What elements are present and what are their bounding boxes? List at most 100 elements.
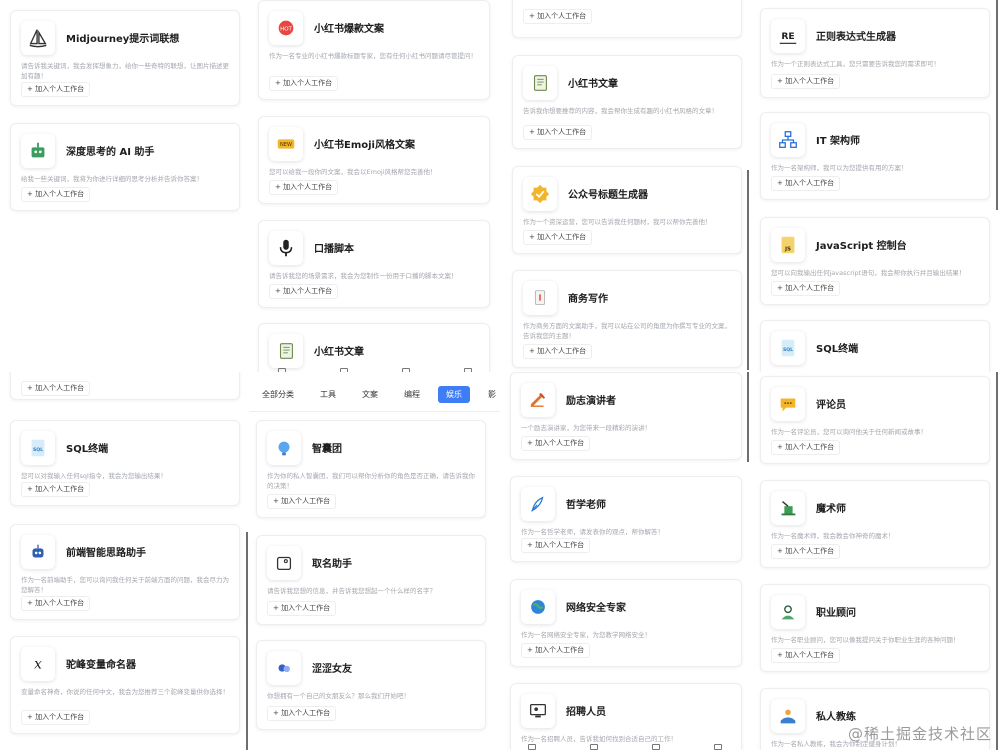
assistant-card[interactable]: 网络安全专家 作为一名网络安全专家，为您教学网络安全！ + 加入个人工作台 xyxy=(510,579,742,667)
card-description: 作为一名职业顾问，您可以像我提问关于你职业生涯的各种问题！ xyxy=(771,636,960,644)
card-title: 魔术师 xyxy=(816,504,846,515)
assistant-card[interactable]: 取名助手 请告诉我您想的信息，并告诉我您想起一个什么样的名字？ + 加入个人工作… xyxy=(256,535,486,625)
tab-copywriting[interactable]: 文案 xyxy=(354,386,386,403)
assistant-card[interactable]: 前端智能思路助手 作为一名前端助手，您可以询问我任何关于前端方面的问题，我会尽力… xyxy=(10,524,240,620)
assistant-card[interactable]: 涩涩女友 你想拥有一个自己的女朋友么？那么我们开始吧！ + 加入个人工作台 xyxy=(256,640,486,730)
card-title: 小红书文章 xyxy=(568,79,618,90)
card-title: 公众号标题生成器 xyxy=(568,190,648,201)
assistant-card[interactable]: HOT 小红书爆款文案 作为一名专业的小红书爆款标题专家，您有任何小红书问题请尽… xyxy=(258,0,490,100)
svg-text:RE: RE xyxy=(781,31,794,42)
add-to-workspace-button[interactable]: + 加入个人工作台 xyxy=(523,9,593,24)
assistant-card[interactable]: NEW 小红书Emoji风格文案 您可以给我一段你的文案，我会以Emoji风格帮… xyxy=(258,116,490,204)
add-to-workspace-button[interactable]: + 加入个人工作台 xyxy=(771,176,841,191)
assistant-card[interactable]: + 加入个人工作台 xyxy=(512,0,742,38)
add-to-workspace-button[interactable]: + 加入个人工作台 xyxy=(267,706,337,721)
add-to-workspace-button[interactable]: + 加入个人工作台 xyxy=(771,544,841,559)
tab-tools[interactable]: 工具 xyxy=(312,386,344,403)
assistant-card[interactable]: 公众号标题生成器 作为一个资深运营，您可以告诉我任何题材，我可以帮你完善他！ +… xyxy=(512,166,742,254)
tab-entertainment[interactable]: 娱乐 xyxy=(438,386,470,403)
card-title: 前端智能思路助手 xyxy=(66,548,146,559)
card-description: 作为一名专业的小红书爆款标题专家，您有任何小红书问题请尽管提问！ xyxy=(269,52,477,60)
add-to-workspace-button[interactable]: + 加入个人工作台 xyxy=(267,494,337,509)
card-title: JavaScript 控制台 xyxy=(816,241,907,252)
card-title: 小红书爆款文案 xyxy=(314,24,384,35)
add-to-workspace-button[interactable]: + 加入个人工作台 xyxy=(21,482,91,497)
card-description: 作为一名招聘人员，告诉我如何找到合适自己的工作！ xyxy=(521,735,677,743)
tab-more[interactable]: 影 xyxy=(480,386,500,403)
add-to-workspace-button[interactable]: + 加入个人工作台 xyxy=(523,344,593,359)
tab-all[interactable]: 全部分类 xyxy=(254,386,302,403)
scrollbar-track xyxy=(747,372,749,462)
card-title: 智囊团 xyxy=(312,444,342,455)
add-to-workspace-button[interactable]: + 加入个人工作台 xyxy=(21,381,91,396)
assistant-card[interactable]: 小红书文章 告诉我你想要推荐的内容，我会帮你生成有趣的小红书风格的文章！ + 加… xyxy=(512,55,742,149)
card-description: 作为一名架构师，我可以为您提供有用的方案！ xyxy=(771,164,908,172)
sql-file-icon: SQL xyxy=(771,331,805,365)
add-to-workspace-button[interactable]: + 加入个人工作台 xyxy=(269,180,339,195)
card-title: 深度思考的 AI 助手 xyxy=(66,147,155,158)
add-to-workspace-button[interactable]: + 加入个人工作台 xyxy=(771,74,841,89)
microphone-icon xyxy=(269,231,303,265)
add-to-workspace-button[interactable]: + 加入个人工作台 xyxy=(267,601,337,616)
card-description: 您可以向我输出任何javascript语句，我会帮你执行并且输出结果！ xyxy=(771,269,966,277)
scrollbar-track xyxy=(246,532,248,750)
card-description: 作为商务方面的文案助手，我可以站在公司的角度为你撰写专业的文案，告诉我您的主题！ xyxy=(523,322,731,340)
card-description: 作为你的私人智囊团，我们可以帮你分析你的角色是否正确，请告诉我你的决策！ xyxy=(267,472,475,490)
card-description: 您可以给我一段你的文案，我会以Emoji风格帮您完善他！ xyxy=(269,168,437,176)
card-title: Midjourney提示词联想 xyxy=(66,34,180,45)
globe-shield-icon xyxy=(521,590,555,624)
hierarchy-icon xyxy=(771,123,805,157)
add-to-workspace-button[interactable]: + 加入个人工作台 xyxy=(771,648,841,663)
panel-bottom-left: + 加入个人工作台 SQL SQL终端 您可以对我输入任何sql指令，我会为您输… xyxy=(0,372,250,750)
new-tag-icon: NEW xyxy=(269,127,303,161)
tab-programming[interactable]: 编程 xyxy=(396,386,428,403)
assistant-card[interactable]: 深度思考的 AI 助手 给我一些关键词，我将为你进行详细的思考分析并告诉你答案！… xyxy=(10,123,240,211)
card-title: SQL终端 xyxy=(816,344,859,355)
assistant-card[interactable]: 评论员 作为一名评论员，您可以询问他关于任何新闻或故事！ + 加入个人工作台 xyxy=(760,376,990,464)
add-to-workspace-button[interactable]: + 加入个人工作台 xyxy=(21,82,91,97)
lightbulb-icon xyxy=(267,431,301,465)
add-to-workspace-button[interactable]: + 加入个人工作台 xyxy=(523,230,593,245)
add-to-workspace-button[interactable]: + 加入个人工作台 xyxy=(21,710,91,725)
assistant-card[interactable]: RE 正则表达式生成器 作为一个正则表达式工具，您只需要告诉我您的需求即可！ +… xyxy=(760,8,990,98)
hearts-icon xyxy=(267,651,301,685)
card-description: 变量命名神奇，你说的任何中文，我会为您推荐三个驼峰变量供你选择！ xyxy=(21,688,229,696)
add-to-workspace-button[interactable]: + 加入个人工作台 xyxy=(269,284,339,299)
card-description: 作为一名评论员，您可以询问他关于任何新闻或故事！ xyxy=(771,428,927,436)
notebook-icon xyxy=(523,66,557,100)
card-title: 商务写作 xyxy=(568,294,608,305)
add-to-workspace-button[interactable]: + 加入个人工作台 xyxy=(521,538,591,553)
assistant-card[interactable]: 商务写作 作为商务方面的文案助手，我可以站在公司的角度为你撰写专业的文案，告诉我… xyxy=(512,270,742,368)
assistant-card[interactable]: x 驼峰变量命名器 变量命名神奇，你说的任何中文，我会为您推荐三个驼峰变量供你选… xyxy=(10,636,240,734)
add-to-workspace-button[interactable]: + 加入个人工作台 xyxy=(771,281,841,296)
add-to-workspace-button[interactable]: + 加入个人工作台 xyxy=(21,187,91,202)
assistant-card[interactable]: 魔术师 作为一名魔术师，我会教会你神奇的魔术！ + 加入个人工作台 xyxy=(760,480,990,568)
assistant-card[interactable]: 智囊团 作为你的私人智囊团，我们可以帮你分析你的角色是否正确，请告诉我你的决策！… xyxy=(256,420,486,518)
assistant-card[interactable]: 职业顾问 作为一名职业顾问，您可以像我提问关于你职业生涯的各种问题！ + 加入个… xyxy=(760,584,990,672)
card-description: 你想拥有一个自己的女朋友么？那么我们开始吧！ xyxy=(267,692,410,700)
assistant-card[interactable]: + 加入个人工作台 xyxy=(10,372,240,400)
add-to-workspace-button[interactable]: + 加入个人工作台 xyxy=(771,440,841,455)
assistant-card[interactable]: Midjourney提示词联想 请告诉我关键词，我会发挥想象力，给你一些奇特的联… xyxy=(10,10,240,106)
assistant-card[interactable]: SQL SQL终端 您可以对我输入任何sql指令，我会为您输出结果！ + 加入个… xyxy=(10,420,240,506)
assistant-card[interactable]: 招聘人员 作为一名招聘人员，告诉我如何找到合适自己的工作！ xyxy=(510,683,742,750)
card-description: 给我一些关键词，我将为你进行详细的思考分析并告诉你答案！ xyxy=(21,175,203,183)
assistant-card[interactable]: JS JavaScript 控制台 您可以向我输出任何javascript语句，… xyxy=(760,217,990,305)
assistant-card[interactable]: 口播脚本 请告诉我您的场景需求，我会为您制作一份用于口播的脚本文案！ + 加入个… xyxy=(258,220,490,308)
assistant-card[interactable]: IT 架构师 作为一名架构师，我可以为您提供有用的方案！ + 加入个人工作台 xyxy=(760,112,990,200)
dumbbell-trainer-icon xyxy=(771,699,805,733)
svg-text:x: x xyxy=(34,657,42,673)
card-title: 取名助手 xyxy=(312,559,352,570)
assistant-card[interactable]: 哲学老师 作为一名哲学老师，请发表你的观点，帮你解答！ + 加入个人工作台 xyxy=(510,476,742,562)
card-description: 一个励志演讲家，为您带来一段精彩的演讲！ xyxy=(521,424,651,432)
add-to-workspace-button[interactable]: + 加入个人工作台 xyxy=(21,596,91,611)
add-to-workspace-button[interactable]: + 加入个人工作台 xyxy=(521,436,591,451)
add-to-workspace-button[interactable]: + 加入个人工作台 xyxy=(521,643,591,658)
assistant-card[interactable]: SQL SQL终端 xyxy=(760,320,990,372)
add-to-workspace-button[interactable]: + 加入个人工作台 xyxy=(523,125,593,140)
add-to-workspace-button[interactable]: + 加入个人工作台 xyxy=(269,76,339,91)
assistant-card[interactable]: 小红书文章 xyxy=(258,323,490,372)
bot-head-icon xyxy=(21,535,55,569)
card-title: 小红书Emoji风格文案 xyxy=(314,140,415,151)
assistant-card[interactable]: 励志演讲者 一个励志演讲家，为您带来一段精彩的演讲！ + 加入个人工作台 xyxy=(510,372,742,460)
